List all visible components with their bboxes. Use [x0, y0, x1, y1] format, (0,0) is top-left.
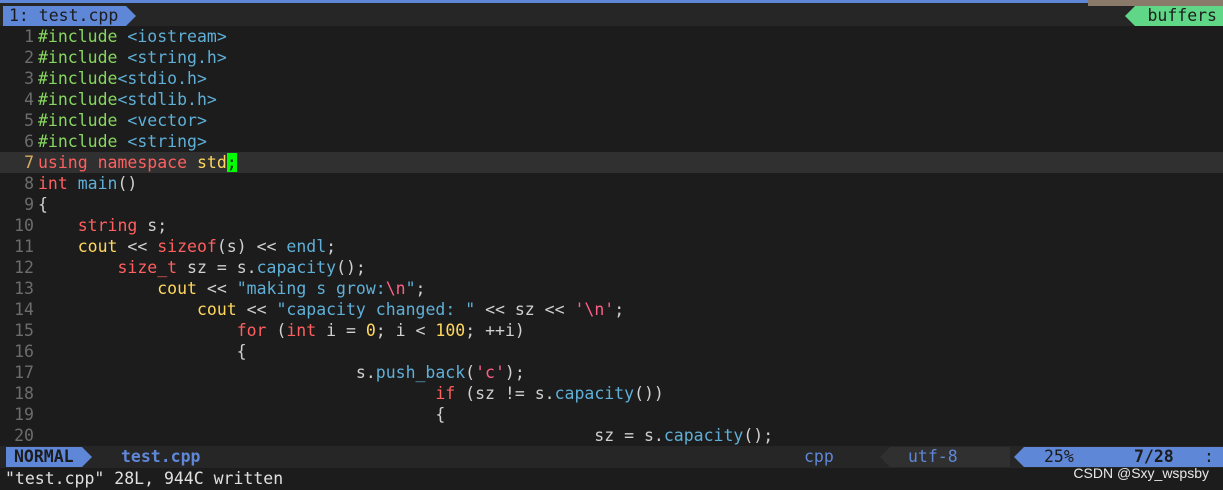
- mode-indicator: NORMAL: [6, 447, 92, 467]
- statusline: NORMAL test.cpp cpp utf-8 25% 7/28 : 20: [0, 446, 1223, 486]
- code-line: 15 for (int i = 0; i < 100; ++i): [0, 320, 1223, 341]
- code-line: 20 sz = s.capacity();: [0, 425, 1223, 446]
- code-line: 2 #include <string.h>: [0, 47, 1223, 68]
- code-line: 18 if (sz != s.capacity()): [0, 383, 1223, 404]
- line-number: 4: [24, 90, 34, 109]
- code-line: 13 cout << "making s grow:\n";: [0, 278, 1223, 299]
- line-number: 15: [14, 321, 34, 340]
- code-line: 17 s.push_back('c');: [0, 362, 1223, 383]
- line-number: 19: [14, 405, 34, 424]
- line-number: 5: [24, 111, 34, 130]
- code-line: 4 #include<stdlib.h>: [0, 89, 1223, 110]
- position-section: 25% 7/28 : 20: [1014, 447, 1223, 486]
- line-position: 7/28: [1134, 447, 1174, 466]
- code-line: 14 cout << "capacity changed: " << sz <<…: [0, 299, 1223, 320]
- line-number: 11: [14, 237, 34, 256]
- code-line: 1 #include <iostream>: [0, 26, 1223, 47]
- code-line: 16 {: [0, 341, 1223, 362]
- line-number: 9: [24, 195, 34, 214]
- command-line[interactable]: "test.cpp" 28L, 944C written: [0, 468, 1223, 490]
- code-line: 8 int main(): [0, 173, 1223, 194]
- statusline-encoding: utf-8: [908, 447, 958, 466]
- scroll-percent: 25%: [1044, 447, 1074, 466]
- encoding-section: utf-8: [880, 447, 1010, 467]
- statusline-filetype: cpp: [804, 447, 834, 466]
- code-editor[interactable]: 1 #include <iostream> 2 #include <string.h…: [0, 26, 1223, 446]
- line-number: 6: [24, 132, 34, 151]
- line-number: 10: [14, 216, 34, 235]
- statusline-filename: test.cpp: [121, 447, 201, 466]
- code-line: 10 string s;: [0, 215, 1223, 236]
- line-number: 18: [14, 384, 34, 403]
- line-number: 16: [14, 342, 34, 361]
- line-number: 1: [24, 27, 34, 46]
- line-number: 17: [14, 363, 34, 382]
- line-number: 20: [14, 426, 34, 445]
- line-number: 3: [24, 69, 34, 88]
- line-number: 12: [14, 258, 34, 277]
- text-cursor: ;: [226, 153, 237, 172]
- tabline: 1: test.cpp buffers: [0, 0, 1223, 26]
- line-number: 13: [14, 279, 34, 298]
- watermark: CSDN @Sxy_wspsby: [1073, 465, 1209, 481]
- code-line: 3 #include<stdio.h>: [0, 68, 1223, 89]
- line-number: 8: [24, 174, 34, 193]
- code-line: 6 #include <string>: [0, 131, 1223, 152]
- tab-test-cpp[interactable]: 1: test.cpp: [3, 6, 137, 26]
- code-line: 11 cout << sizeof(s) << endl;: [0, 236, 1223, 257]
- code-line: 12 size_t sz = s.capacity();: [0, 257, 1223, 278]
- code-line: 19 {: [0, 404, 1223, 425]
- line-number: 2: [24, 48, 34, 67]
- buffers-indicator: buffers: [1125, 6, 1223, 26]
- code-line-current: 7 using namespace std;: [0, 152, 1223, 173]
- code-line: 5 #include <vector>: [0, 110, 1223, 131]
- code-line: 9{: [0, 194, 1223, 215]
- line-number: 14: [14, 300, 34, 319]
- line-number: 7: [24, 153, 34, 172]
